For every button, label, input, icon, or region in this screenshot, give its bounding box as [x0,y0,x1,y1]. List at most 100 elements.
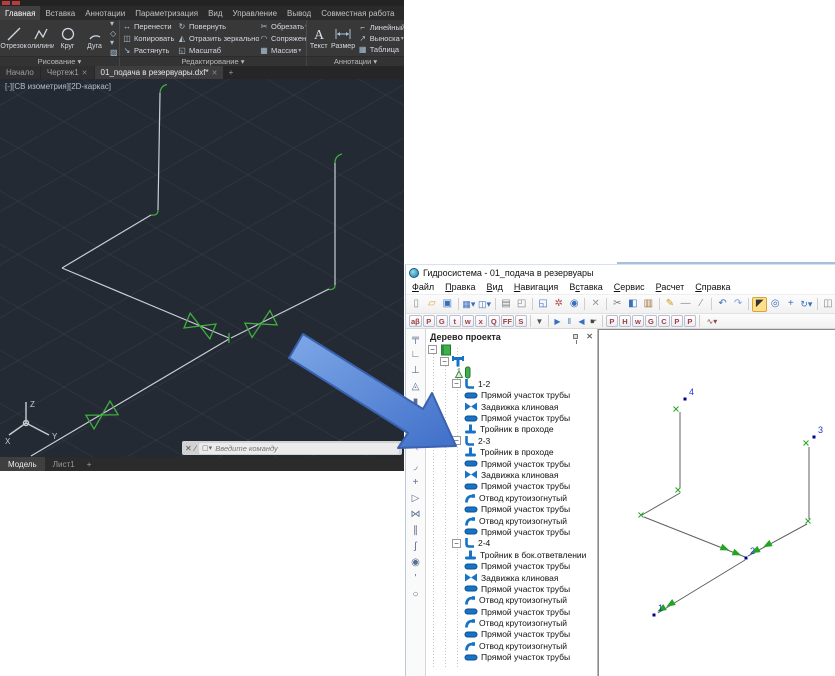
command-input[interactable]: ▢▾ Введите команду [199,443,399,454]
result-letter-button[interactable]: w [632,315,644,327]
leader-button[interactable]: ↗Выноска▾ [358,33,404,43]
open-file-button[interactable]: ▱ [425,297,440,312]
new-tab-button[interactable]: + [224,66,237,79]
close-icon[interactable]: ✕ [212,69,218,77]
dock-window-button[interactable]: ◫ [821,297,835,312]
drawing-viewport[interactable]: [-][СВ изометрия][2D-каркас] [0,79,404,457]
ribbon-tab[interactable]: Вывод [282,6,316,20]
rotate-button[interactable]: ↻Повернуть [177,21,259,31]
tree-row[interactable]: Прямой участок трубы [426,503,597,514]
layout-tab[interactable]: Модель [0,457,45,471]
dimension-tool-button[interactable]: Размер [330,20,355,56]
tree-row[interactable]: Отвод крутоизогнутый [426,640,597,651]
pipe-icon[interactable]: ▬ [411,411,421,427]
tick-icon[interactable]: ' [415,571,417,587]
menu-item[interactable]: Расчет [656,282,685,292]
remove-element-button[interactable]: — [678,297,693,312]
edit-panel-title[interactable]: Редактирование ▾ [120,57,307,66]
polyline-tool-button[interactable]: Полилиния [27,20,54,56]
menu-item[interactable]: Вид [487,282,503,292]
menu-item[interactable]: Сервис [614,282,645,292]
result-letter-button[interactable]: P [606,315,618,327]
report-table-button[interactable]: ▦▾ [462,297,477,312]
result-letter-button[interactable]: FF [501,315,514,327]
collapse-toggle[interactable]: − [428,345,437,354]
graph-button[interactable]: ∿▾ [703,317,721,326]
layout-tab[interactable]: Лист1 [45,457,83,471]
save-file-button[interactable]: ▣ [440,297,455,312]
result-letter-button[interactable]: C [658,315,670,327]
draw-pipe-button[interactable]: ✎ [663,297,678,312]
tree-row[interactable]: Прямой участок трубы [426,560,597,571]
ellipse-tool-icon[interactable]: ◇ ▾ [110,29,118,47]
mirror-button[interactable]: ◭Отразить зеркально [177,33,259,43]
probe-hand-button[interactable]: ☛ [588,317,599,326]
new-layout-button[interactable]: + [83,457,96,471]
workspace-icon[interactable]: ▭▾ [399,6,404,20]
result-letter-button[interactable]: G [436,315,448,327]
redo-button[interactable]: ↷ [731,297,746,312]
result-letter-button[interactable]: P [684,315,696,327]
menu-item[interactable]: Файл [412,282,434,292]
linear-dim-button[interactable]: ⌐Линейный▾ [358,22,404,32]
result-letter-button[interactable]: G [645,315,657,327]
menu-item[interactable]: Вставка [569,282,602,292]
tree-row[interactable]: − [426,344,597,355]
draw-panel-title[interactable]: Рисование ▾ [0,57,120,66]
close-icon[interactable]: ✕ [586,332,593,341]
result-letter-button[interactable]: P [671,315,683,327]
collapse-toggle[interactable]: − [440,357,449,366]
file-tab[interactable]: Начало [0,66,40,79]
menu-item[interactable]: Навигация [514,282,558,292]
schematic-canvas[interactable]: 1234 [598,329,835,676]
pump-icon[interactable]: ◉ [411,555,420,571]
table-button[interactable]: ▦Таблица [358,44,404,54]
tree-row[interactable]: Отвод крутоизогнутый [426,617,597,628]
start-calc-button[interactable]: ▶ [552,317,563,326]
pipeline-icon[interactable]: ╤ [412,331,419,347]
refresh-button[interactable]: ↻▾ [799,297,814,312]
tree-row[interactable]: Задвижка клиновая [426,469,597,480]
schematic-node[interactable] [684,398,687,401]
cut-button[interactable]: ✂ [610,297,625,312]
tree-row[interactable]: Задвижка клиновая [426,401,597,412]
insert-node-button[interactable]: ▼ [534,317,545,326]
schematic-node[interactable] [813,436,816,439]
tree-row[interactable]: −2-4 [426,538,597,549]
file-tab[interactable]: Чертеж1✕ [41,66,94,79]
valve-icon[interactable]: ⋈ [411,507,421,523]
split-element-button[interactable]: ⁄ [694,297,709,312]
pan-button[interactable]: + [784,297,799,312]
schematic-node[interactable] [653,614,656,617]
bend-up-icon[interactable]: ◜ [414,427,418,443]
source-icon[interactable]: ◬ [412,379,420,395]
print-button[interactable]: ▤ [499,297,514,312]
tank-icon[interactable]: ▮ [413,395,419,411]
close-icon[interactable]: ✕ [185,444,192,453]
stretch-button[interactable]: ↘Растянуть [122,45,177,55]
ribbon-tab[interactable]: Параметризация [130,6,203,20]
bend-right-icon[interactable]: ◝ [414,443,418,459]
ribbon-tab[interactable]: Главная [0,6,40,20]
result-letter-button[interactable]: w [462,315,474,327]
wrench-icon[interactable]: ∕ [195,444,196,453]
tree-row[interactable] [426,367,597,378]
trim-button[interactable]: ✂Обрезать▾ [259,21,307,31]
tree-row[interactable]: Тройник в проходе [426,447,597,458]
collapse-toggle[interactable]: − [452,539,461,548]
circle-tool-button[interactable]: Круг [54,20,81,56]
zoom-button[interactable]: ◎ [768,297,783,312]
ribbon-tab[interactable]: Совместная работа [316,6,399,20]
result-letter-button[interactable]: P [423,315,435,327]
annotate-panel-title[interactable]: Аннотации ▾ [307,57,404,66]
result-letter-button[interactable]: S [515,315,527,327]
hydro-title-bar[interactable]: Гидросистема - 01_подача в резервуары [406,265,835,280]
array-button[interactable]: ▦Массив▾ [259,45,307,55]
rectangle-tool-icon[interactable]: ▭ ▾ [110,20,118,28]
close-icon[interactable]: ✕ [82,69,88,77]
tree-row[interactable]: Задвижка клиновая [426,572,597,583]
viewport-controls[interactable]: [-][СВ изометрия][2D-каркас] [5,82,111,91]
tree-row[interactable]: Отвод крутоизогнутый [426,515,597,526]
line-tool-button[interactable]: Отрезок [0,20,27,56]
tree-row[interactable]: Прямой участок трубы [426,481,597,492]
